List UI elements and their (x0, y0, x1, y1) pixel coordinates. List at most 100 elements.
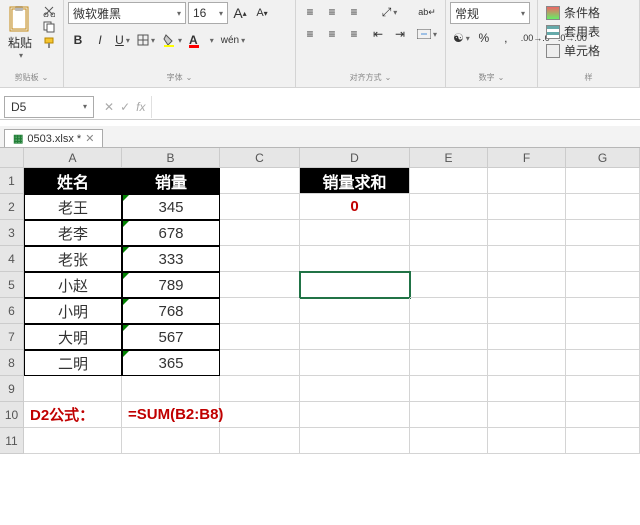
cell[interactable] (410, 350, 488, 376)
wrap-text-button[interactable]: ab↵ (414, 2, 439, 22)
cell-styles-button[interactable]: 单元格 (546, 42, 631, 59)
paste-button[interactable]: 粘贴 ▾ (4, 2, 36, 62)
cell[interactable] (566, 168, 640, 194)
fx-icon[interactable]: fx (136, 100, 145, 114)
spreadsheet-grid[interactable]: ABCDEFG1姓名销量销量求和2老王34503老李6784老张3335小赵78… (0, 148, 640, 454)
merge-button[interactable]: ▾ (414, 24, 439, 44)
cell[interactable]: 销量 (122, 168, 220, 194)
cell[interactable] (220, 324, 300, 350)
cell[interactable]: 老李 (24, 220, 122, 246)
cut-button[interactable] (40, 4, 58, 18)
row-header[interactable]: 11 (0, 428, 24, 454)
cell[interactable] (488, 246, 566, 272)
cell[interactable] (220, 402, 300, 428)
cell[interactable] (488, 350, 566, 376)
cell[interactable] (488, 168, 566, 194)
cancel-formula-icon[interactable]: ✕ (104, 100, 114, 114)
cell[interactable]: =SUM(B2:B8) (122, 402, 220, 428)
cell[interactable] (300, 376, 410, 402)
cell[interactable] (566, 324, 640, 350)
cell[interactable] (220, 428, 300, 454)
orientation-button[interactable]: ⤢▾ (368, 2, 410, 22)
cell[interactable] (566, 246, 640, 272)
align-bottom-button[interactable]: ≡ (344, 2, 364, 22)
percent-button[interactable]: % (474, 28, 494, 48)
cell[interactable] (300, 298, 410, 324)
row-header[interactable]: 5 (0, 272, 24, 298)
cell[interactable] (488, 402, 566, 428)
format-as-table-button[interactable]: 套用表 (546, 23, 631, 40)
cell[interactable] (300, 350, 410, 376)
cell[interactable] (24, 376, 122, 402)
align-top-button[interactable]: ≡ (300, 2, 320, 22)
cell[interactable] (300, 428, 410, 454)
cell[interactable] (566, 194, 640, 220)
align-right-button[interactable]: ≡ (344, 24, 364, 44)
cell[interactable] (220, 220, 300, 246)
name-box[interactable]: D5▾ (4, 96, 94, 118)
cell[interactable]: 小赵 (24, 272, 122, 298)
cell[interactable] (300, 246, 410, 272)
cell[interactable] (410, 376, 488, 402)
cell[interactable] (300, 324, 410, 350)
close-tab-icon[interactable]: ✕ (85, 132, 94, 145)
cell[interactable]: 销量求和 (300, 168, 410, 194)
cell[interactable] (488, 298, 566, 324)
font-color-button[interactable]: A▾ (186, 30, 216, 50)
cell[interactable] (410, 220, 488, 246)
cell[interactable] (410, 298, 488, 324)
cell[interactable] (488, 220, 566, 246)
cell[interactable]: 678 (122, 220, 220, 246)
font-name-selector[interactable]: 微软雅黑▾ (68, 2, 186, 24)
cell[interactable] (122, 376, 220, 402)
cell[interactable] (220, 350, 300, 376)
cell[interactable] (220, 168, 300, 194)
cell[interactable]: 768 (122, 298, 220, 324)
cell[interactable] (410, 324, 488, 350)
align-middle-button[interactable]: ≡ (322, 2, 342, 22)
cell[interactable]: 二明 (24, 350, 122, 376)
cell[interactable]: 大明 (24, 324, 122, 350)
row-header[interactable]: 2 (0, 194, 24, 220)
row-header[interactable]: 3 (0, 220, 24, 246)
align-center-button[interactable]: ≡ (322, 24, 342, 44)
cell[interactable] (566, 428, 640, 454)
cell[interactable]: 老王 (24, 194, 122, 220)
col-header[interactable]: D (300, 148, 410, 168)
cell[interactable] (220, 194, 300, 220)
row-header[interactable]: 9 (0, 376, 24, 402)
cell[interactable]: 365 (122, 350, 220, 376)
increase-font-button[interactable]: A▴ (230, 3, 250, 23)
cell[interactable]: 0 (300, 194, 410, 220)
cell[interactable] (488, 376, 566, 402)
col-header[interactable]: C (220, 148, 300, 168)
cell[interactable] (566, 298, 640, 324)
font-size-selector[interactable]: 16▾ (188, 2, 228, 24)
decrease-indent-button[interactable]: ⇤ (368, 24, 388, 44)
copy-button[interactable] (40, 20, 58, 34)
formula-input[interactable] (151, 96, 640, 118)
cell[interactable] (410, 428, 488, 454)
cell[interactable] (488, 428, 566, 454)
cell[interactable]: 老张 (24, 246, 122, 272)
row-header[interactable]: 8 (0, 350, 24, 376)
cell[interactable] (410, 272, 488, 298)
underline-button[interactable]: U▾ (112, 30, 132, 50)
cell[interactable] (488, 324, 566, 350)
decrease-font-button[interactable]: A▾ (252, 3, 272, 23)
cell[interactable] (488, 194, 566, 220)
cell[interactable] (300, 402, 410, 428)
cell[interactable]: 345 (122, 194, 220, 220)
cell[interactable] (566, 220, 640, 246)
accounting-format-button[interactable]: ☯▾ (450, 28, 472, 48)
cell[interactable] (220, 298, 300, 324)
accept-formula-icon[interactable]: ✓ (120, 100, 130, 114)
cell[interactable] (410, 402, 488, 428)
select-all-corner[interactable] (0, 148, 24, 168)
cell[interactable] (566, 376, 640, 402)
increase-indent-button[interactable]: ⇥ (390, 24, 410, 44)
format-painter-button[interactable] (40, 36, 58, 50)
cell[interactable]: 567 (122, 324, 220, 350)
cell[interactable] (566, 402, 640, 428)
cell[interactable]: 333 (122, 246, 220, 272)
